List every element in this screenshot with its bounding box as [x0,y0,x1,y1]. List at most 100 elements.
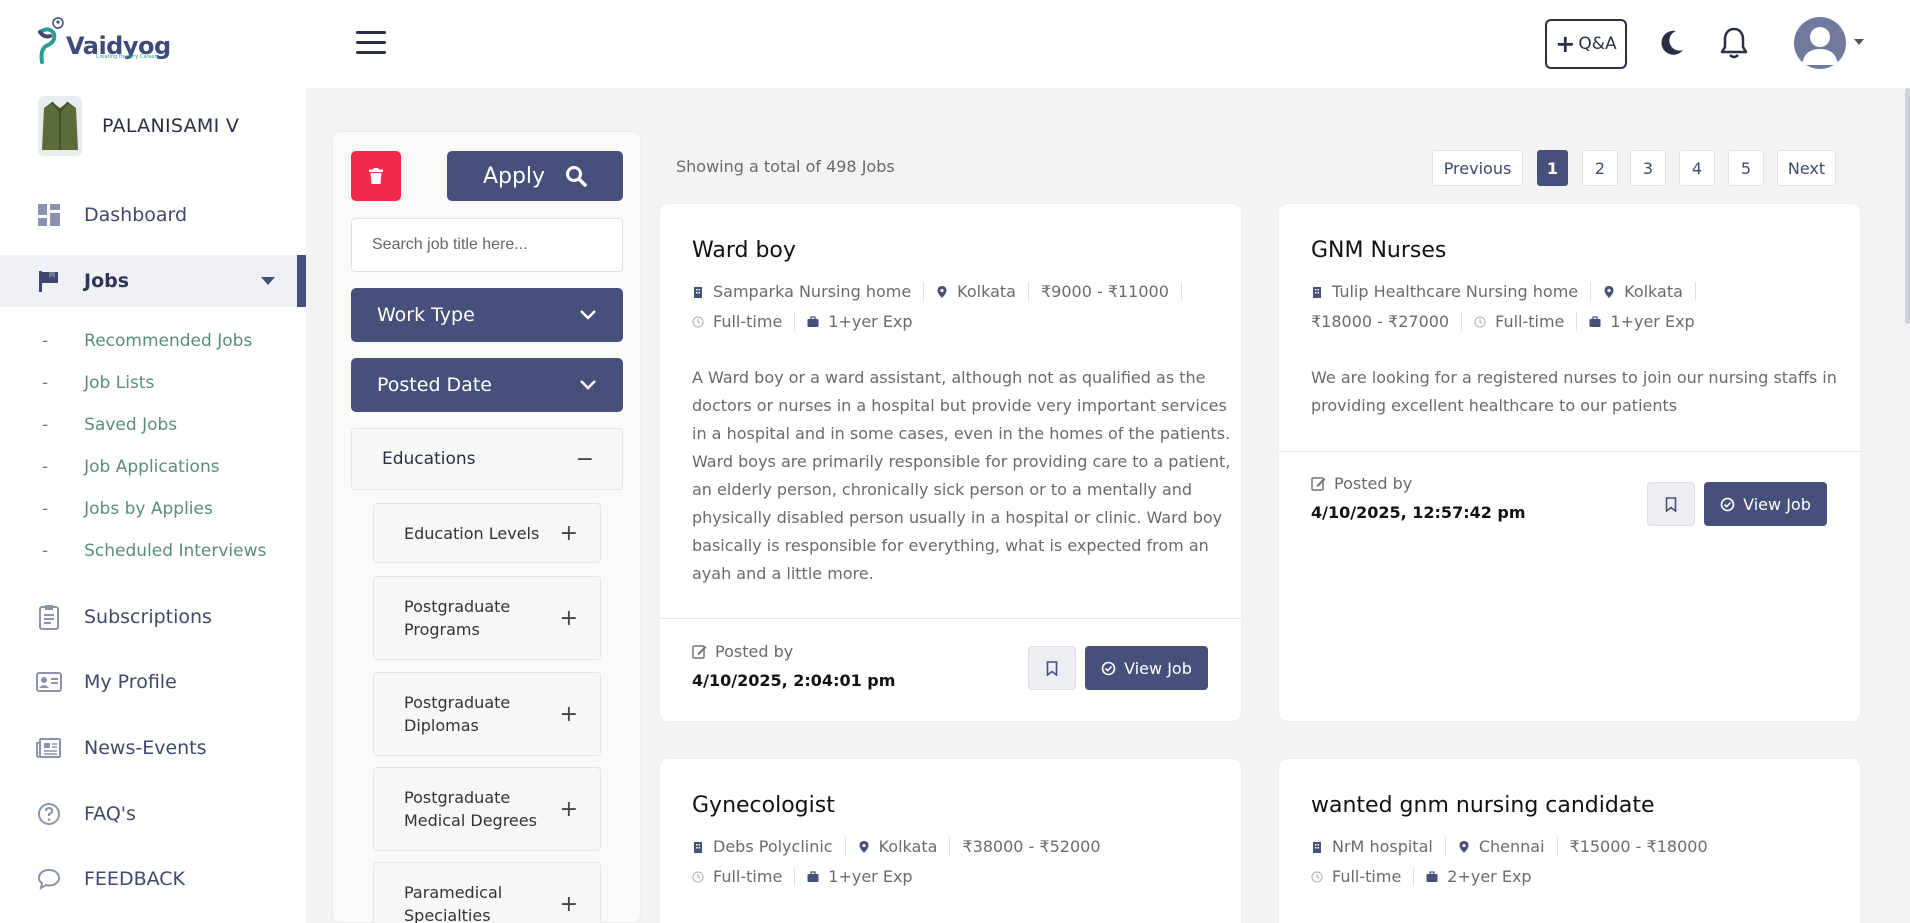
sidebar-item-dashboard[interactable]: Dashboard [0,189,306,241]
educations-accordion[interactable]: Educations − [351,428,623,490]
plus-icon: + [559,520,578,546]
pagination-page-3[interactable]: 3 [1630,150,1666,186]
sidebar-item-jobs[interactable]: Jobs [0,255,306,307]
job-type-text: Full-time [713,867,783,886]
sidebar-item-label: FEEDBACK [84,868,185,890]
plus-icon: + [559,796,578,822]
posted-by-label: Posted by [1334,474,1413,493]
avatar[interactable] [1794,17,1846,69]
bell-icon[interactable] [1718,26,1750,60]
apply-button[interactable]: Apply [447,151,623,201]
location-pin-icon [1604,285,1614,298]
sidebar-item-news-events[interactable]: News-Events [0,722,306,774]
job-hospital-text: NrM hospital [1332,837,1433,856]
job-experience: 1+yer Exp [807,867,924,886]
sidebar-item-subscriptions[interactable]: Subscriptions [0,591,306,643]
brand-logo[interactable]: Vaidyog Creating Healthy Careers [36,16,171,66]
question-icon [36,801,62,827]
job-experience-text: 1+yer Exp [828,312,913,331]
search-icon [566,166,587,187]
pagination-previous[interactable]: Previous [1432,150,1523,186]
chevron-down-icon [261,277,275,285]
card-divider [1279,451,1860,452]
view-job-button[interactable]: View Job [1704,482,1827,526]
qa-button[interactable]: + Q&A [1545,19,1627,69]
chevron-down-icon [580,380,596,390]
job-type-text: Full-time [1495,312,1565,331]
work-type-dropdown[interactable]: Work Type [351,288,623,342]
clock-icon [1474,315,1486,328]
clear-filters-button[interactable] [351,151,401,201]
job-search-input[interactable] [351,218,623,272]
job-meta: Tulip Healthcare Nursing home Kolkata [1311,282,1708,301]
sidebar-item-faqs[interactable]: FAQ's [0,788,306,840]
results-summary: Showing a total of 498 Jobs [676,157,895,176]
job-salary: ₹15000 - ₹18000 [1570,837,1720,856]
plus-icon: + [559,701,578,727]
sidebar: Vaidyog Creating Healthy Careers PALANIS… [0,0,306,923]
moon-icon[interactable] [1656,28,1686,58]
sidebar-item-my-profile[interactable]: My Profile [0,656,306,708]
posted-by: Posted by [692,642,793,661]
job-type-text: Full-time [713,312,783,331]
page-scrollbar[interactable] [1905,88,1910,324]
briefcase-icon [1589,315,1601,327]
job-location-text: Chennai [1478,837,1545,856]
job-experience: 1+yer Exp [1589,312,1706,331]
job-salary: ₹38000 - ₹52000 [962,837,1112,856]
list-dash: - [42,541,49,561]
job-description-line: basically is responsible for everything,… [692,536,1209,555]
postgraduate-programs-item[interactable]: Postgraduate Programs + [373,576,601,660]
menu-toggle-icon[interactable] [356,31,386,55]
user-profile[interactable]: PALANISAMI V [38,96,239,156]
postgraduate-diplomas-item[interactable]: Postgraduate Diplomas + [373,672,601,756]
job-hospital: NrM hospital [1311,837,1446,856]
chevron-down-icon [580,310,596,320]
sidebar-subitem-saved-jobs[interactable]: - Saved Jobs [42,415,177,435]
logo-mark-icon [38,17,64,64]
briefcase-icon [1426,870,1438,882]
user-avatar-icon [1802,27,1838,65]
sidebar-item-feedback[interactable]: FEEDBACK [0,853,306,905]
job-salary-text: ₹9000 - ₹11000 [1040,282,1169,301]
save-job-button[interactable] [1647,482,1695,526]
sidebar-subitem-recommended-jobs[interactable]: - Recommended Jobs [42,331,252,351]
job-hospital: Samparka Nursing home [692,282,925,301]
job-experience: 1+yer Exp [807,312,924,331]
job-location-text: Kolkata [1624,282,1683,301]
sidebar-subitem-jobs-by-applies[interactable]: - Jobs by Applies [42,499,213,519]
location-pin-icon [937,285,947,298]
view-job-button[interactable]: View Job [1085,646,1208,690]
pagination-page-5[interactable]: 5 [1728,150,1764,186]
plus-icon: + [559,605,578,631]
job-title[interactable]: Gynecologist [692,793,835,818]
posted-date-label: Posted Date [377,374,492,396]
job-type: Full-time [1311,867,1415,886]
caret-down-icon[interactable] [1854,39,1864,45]
job-card: Gynecologist Debs Polyclinic Kolkata ₹38… [660,759,1241,923]
job-title[interactable]: Ward boy [692,238,796,263]
sidebar-subitem-job-applications[interactable]: - Job Applications [42,457,220,477]
pagination-page-2[interactable]: 2 [1582,150,1618,186]
job-title[interactable]: GNM Nurses [1311,238,1446,263]
sidebar-subitem-scheduled-interviews[interactable]: - Scheduled Interviews [42,541,266,561]
pagination-next[interactable]: Next [1777,150,1836,186]
chat-icon [36,866,62,892]
save-job-button[interactable] [1028,646,1076,690]
job-title[interactable]: wanted gnm nursing candidate [1311,793,1654,818]
paramedical-specialties-item[interactable]: Paramedical Specialties + [373,862,601,923]
pagination-page-1[interactable]: 1 [1537,150,1568,186]
job-meta: Full-time 1+yer Exp [692,867,937,886]
education-levels-item[interactable]: Education Levels + [373,503,601,563]
posted-date-dropdown[interactable]: Posted Date [351,358,623,412]
job-location-text: Kolkata [957,282,1016,301]
building-icon [1313,286,1321,298]
sidebar-subitem-job-lists[interactable]: - Job Lists [42,373,154,393]
pagination-page-4[interactable]: 4 [1679,150,1715,186]
plus-icon: + [1555,30,1576,58]
job-hospital-text: Tulip Healthcare Nursing home [1332,282,1579,301]
list-dash: - [42,373,49,393]
job-location-text: Kolkata [878,837,938,856]
job-description-line: in a hospital and in some cases, even in… [692,424,1231,443]
postgraduate-medical-degrees-item[interactable]: Postgraduate Medical Degrees + [373,767,601,851]
